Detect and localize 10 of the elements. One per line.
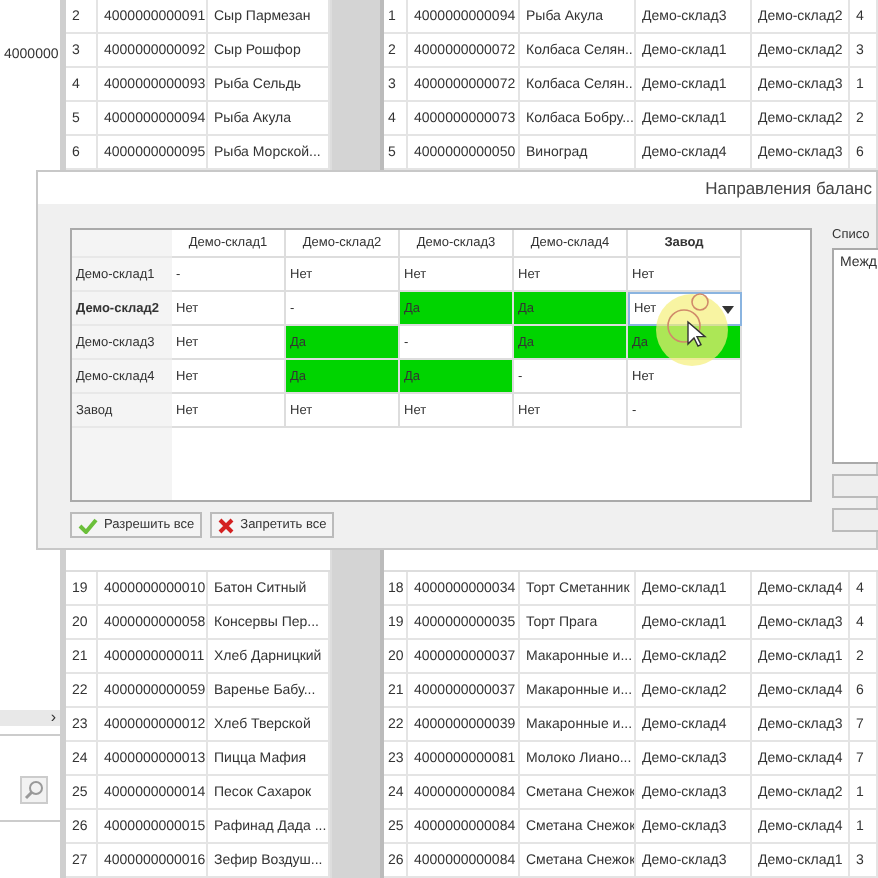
checkmark-icon <box>78 517 98 533</box>
side-button[interactable] <box>832 474 878 498</box>
cursor-highlight <box>652 290 732 370</box>
horizontal-scrollbar[interactable]: › <box>0 710 60 726</box>
side-button[interactable] <box>832 508 878 532</box>
close-icon <box>218 517 235 533</box>
scroll-arrow[interactable]: › <box>50 710 60 726</box>
window-title: Направления баланс <box>705 178 872 198</box>
caret-icon <box>722 305 734 313</box>
search-icon[interactable] <box>20 776 48 804</box>
